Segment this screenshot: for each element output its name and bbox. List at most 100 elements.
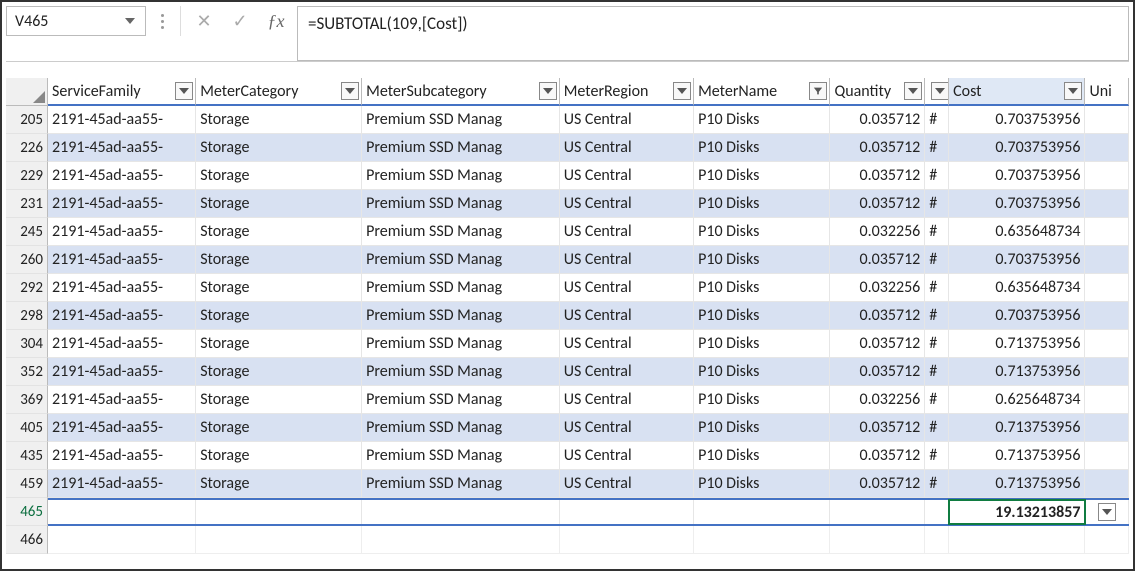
- cell[interactable]: 0.035712: [830, 246, 925, 273]
- cell[interactable]: 2191-45ad-aa55-: [48, 414, 196, 441]
- cell[interactable]: US Central: [560, 274, 694, 301]
- row-number[interactable]: 298: [6, 302, 48, 330]
- cell[interactable]: 2191-45ad-aa55-: [48, 442, 196, 469]
- cell[interactable]: 0.035712: [830, 106, 925, 133]
- cell[interactable]: Premium SSD Manag: [362, 358, 560, 385]
- cell[interactable]: Storage: [196, 470, 362, 497]
- cell[interactable]: Premium SSD Manag: [362, 190, 560, 217]
- cell[interactable]: 2191-45ad-aa55-: [48, 246, 196, 273]
- cell[interactable]: [48, 500, 196, 524]
- cell[interactable]: #: [925, 442, 949, 469]
- cell[interactable]: #: [925, 386, 949, 413]
- cell[interactable]: 2191-45ad-aa55-: [48, 134, 196, 161]
- cell[interactable]: Storage: [196, 162, 362, 189]
- cell[interactable]: Storage: [196, 414, 362, 441]
- cell[interactable]: US Central: [560, 106, 694, 133]
- cell[interactable]: Storage: [196, 302, 362, 329]
- cell[interactable]: [1085, 134, 1129, 161]
- cell[interactable]: Storage: [196, 274, 362, 301]
- filter-dropdown-icon[interactable]: [931, 82, 949, 100]
- row-number[interactable]: 459: [6, 470, 48, 498]
- cell[interactable]: Premium SSD Manag: [362, 302, 560, 329]
- cell[interactable]: 0.035712: [830, 162, 925, 189]
- cell[interactable]: [694, 500, 830, 524]
- column-header-cost[interactable]: Cost: [949, 78, 1085, 106]
- cell[interactable]: Premium SSD Manag: [362, 274, 560, 301]
- cell[interactable]: P10 Disks: [694, 330, 830, 357]
- cell[interactable]: [1085, 386, 1129, 413]
- cell[interactable]: [694, 526, 830, 554]
- cell[interactable]: P10 Disks: [694, 302, 830, 329]
- cell[interactable]: [1085, 526, 1129, 554]
- cell[interactable]: 2191-45ad-aa55-: [48, 274, 196, 301]
- cell[interactable]: 2191-45ad-aa55-: [48, 106, 196, 133]
- cell[interactable]: [1085, 470, 1129, 497]
- cell[interactable]: US Central: [560, 386, 694, 413]
- cell[interactable]: 0.032256: [830, 218, 925, 245]
- more-icon[interactable]: [152, 6, 172, 36]
- cell[interactable]: 0.035712: [830, 190, 925, 217]
- cell[interactable]: [48, 526, 196, 554]
- cell[interactable]: [1085, 106, 1129, 133]
- column-header-service-family[interactable]: ServiceFamily: [48, 78, 196, 106]
- cell[interactable]: 2191-45ad-aa55-: [48, 302, 196, 329]
- cell[interactable]: [196, 526, 362, 554]
- cell[interactable]: #: [925, 106, 949, 133]
- cell[interactable]: #: [925, 330, 949, 357]
- cell[interactable]: 0.035712: [830, 414, 925, 441]
- cell[interactable]: [1085, 302, 1129, 329]
- cell[interactable]: 0.635648734: [949, 274, 1085, 301]
- totals-dropdown-icon[interactable]: [1098, 503, 1116, 521]
- cell[interactable]: 0.703753956: [949, 246, 1085, 273]
- cell[interactable]: #: [925, 414, 949, 441]
- cell[interactable]: #: [925, 134, 949, 161]
- cell[interactable]: 0.703753956: [949, 134, 1085, 161]
- cell[interactable]: P10 Disks: [694, 414, 830, 441]
- cell[interactable]: 0.713753956: [949, 470, 1085, 497]
- cell[interactable]: 2191-45ad-aa55-: [48, 162, 196, 189]
- cell[interactable]: P10 Disks: [694, 246, 830, 273]
- cell[interactable]: Premium SSD Manag: [362, 218, 560, 245]
- cell[interactable]: Premium SSD Manag: [362, 442, 560, 469]
- row-number[interactable]: 229: [6, 162, 48, 190]
- filter-dropdown-icon[interactable]: [673, 82, 691, 100]
- cell[interactable]: Storage: [196, 190, 362, 217]
- cell[interactable]: Premium SSD Manag: [362, 162, 560, 189]
- cell[interactable]: 0.703753956: [949, 190, 1085, 217]
- cell[interactable]: P10 Disks: [694, 358, 830, 385]
- cell[interactable]: 0.713753956: [949, 442, 1085, 469]
- cell[interactable]: Storage: [196, 134, 362, 161]
- cell[interactable]: [1085, 442, 1129, 469]
- cell[interactable]: 0.713753956: [949, 358, 1085, 385]
- row-number[interactable]: 352: [6, 358, 48, 386]
- cell[interactable]: [1085, 500, 1129, 524]
- filter-dropdown-icon[interactable]: [1064, 82, 1082, 100]
- cell[interactable]: 0.703753956: [949, 106, 1085, 133]
- cell[interactable]: US Central: [560, 358, 694, 385]
- cell[interactable]: [1085, 218, 1129, 245]
- cell[interactable]: [949, 526, 1085, 554]
- cell[interactable]: US Central: [560, 134, 694, 161]
- cell[interactable]: [1085, 414, 1129, 441]
- cell[interactable]: [1085, 358, 1129, 385]
- cell[interactable]: [830, 500, 925, 524]
- cell[interactable]: [1085, 190, 1129, 217]
- cell[interactable]: [1085, 162, 1129, 189]
- cell[interactable]: [1085, 246, 1129, 273]
- cell[interactable]: 2191-45ad-aa55-: [48, 330, 196, 357]
- cell[interactable]: 0.035712: [830, 134, 925, 161]
- cell[interactable]: P10 Disks: [694, 470, 830, 497]
- cell[interactable]: P10 Disks: [694, 134, 830, 161]
- cell[interactable]: US Central: [560, 162, 694, 189]
- cell[interactable]: #: [925, 162, 949, 189]
- cell[interactable]: [560, 500, 694, 524]
- cell[interactable]: #: [925, 274, 949, 301]
- cancel-icon[interactable]: ✕: [189, 6, 219, 36]
- cell[interactable]: 0.713753956: [949, 330, 1085, 357]
- fx-icon[interactable]: ƒx: [261, 6, 291, 36]
- cell[interactable]: 0.035712: [830, 470, 925, 497]
- row-number[interactable]: 292: [6, 274, 48, 302]
- column-header-uni[interactable]: Uni: [1085, 78, 1129, 106]
- cell[interactable]: Storage: [196, 218, 362, 245]
- cell[interactable]: 2191-45ad-aa55-: [48, 190, 196, 217]
